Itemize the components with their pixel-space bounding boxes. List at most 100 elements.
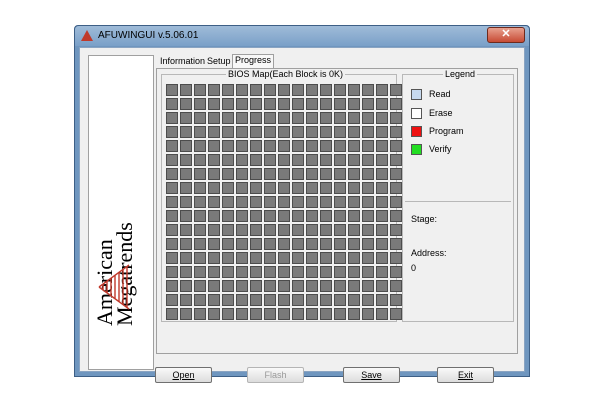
bios-block — [278, 196, 290, 208]
bios-block — [264, 224, 276, 236]
bios-block — [194, 168, 206, 180]
bios-block — [306, 252, 318, 264]
bios-block — [264, 210, 276, 222]
bios-block — [306, 168, 318, 180]
bios-block — [264, 168, 276, 180]
bios-block — [250, 308, 262, 320]
close-button[interactable]: ✕ — [487, 27, 525, 43]
bios-block — [306, 154, 318, 166]
bios-block — [236, 224, 248, 236]
bios-block — [236, 210, 248, 222]
bios-block — [180, 196, 192, 208]
bios-block — [390, 210, 402, 222]
bios-block — [166, 266, 178, 278]
title-bar[interactable]: AFUWINGUI v.5.06.01 ✕ — [75, 26, 529, 46]
bios-block — [390, 126, 402, 138]
bios-block — [278, 294, 290, 306]
bios-block — [390, 84, 402, 96]
bios-block — [264, 140, 276, 152]
exit-button[interactable]: Exit — [437, 367, 494, 383]
tab-progress[interactable]: Progress — [232, 54, 275, 69]
bios-block — [208, 182, 220, 194]
bios-block — [376, 294, 388, 306]
bios-block — [194, 252, 206, 264]
bios-block — [250, 266, 262, 278]
bios-block — [166, 294, 178, 306]
bios-block — [390, 308, 402, 320]
bios-block — [250, 182, 262, 194]
bios-block — [194, 84, 206, 96]
bios-block — [306, 210, 318, 222]
bios-block — [292, 196, 304, 208]
bios-block — [180, 154, 192, 166]
bios-block — [334, 252, 346, 264]
bios-block — [278, 112, 290, 124]
bios-block — [278, 182, 290, 194]
bios-block — [376, 168, 388, 180]
bios-block — [194, 98, 206, 110]
stage-label: Stage: — [411, 214, 438, 224]
bios-block — [208, 294, 220, 306]
bios-block — [222, 154, 234, 166]
bios-block — [180, 224, 192, 236]
bios-block — [334, 112, 346, 124]
bios-block — [250, 196, 262, 208]
bios-block — [194, 196, 206, 208]
bios-block — [390, 168, 402, 180]
bios-block — [180, 140, 192, 152]
ami-app-icon — [81, 30, 93, 41]
bios-block — [194, 182, 206, 194]
bios-block — [236, 294, 248, 306]
bios-block — [362, 140, 374, 152]
bios-block — [292, 154, 304, 166]
address-label: Address: — [411, 248, 447, 258]
save-button[interactable]: Save — [343, 367, 400, 383]
client-area: American Megatrends Information — [79, 47, 525, 383]
bios-block — [278, 308, 290, 320]
bios-block — [376, 210, 388, 222]
bios-block — [166, 154, 178, 166]
bios-block — [278, 84, 290, 96]
bios-block — [236, 252, 248, 264]
bios-block-grid — [166, 84, 402, 320]
bios-block — [278, 168, 290, 180]
bios-block — [166, 182, 178, 194]
bios-block — [306, 224, 318, 236]
bios-block — [320, 210, 332, 222]
bios-block — [376, 308, 388, 320]
bios-block — [348, 294, 360, 306]
bios-block — [334, 168, 346, 180]
bios-block — [166, 140, 178, 152]
bios-block — [292, 168, 304, 180]
bios-block — [348, 140, 360, 152]
bios-block — [306, 182, 318, 194]
bios-block — [278, 154, 290, 166]
bios-block — [222, 294, 234, 306]
bios-block — [236, 126, 248, 138]
bios-block — [362, 126, 374, 138]
bios-block — [292, 140, 304, 152]
bios-block — [292, 294, 304, 306]
tab-setup[interactable]: Setup — [205, 56, 233, 68]
bios-block — [390, 294, 402, 306]
bios-block — [334, 196, 346, 208]
bios-block — [236, 168, 248, 180]
tab-information[interactable]: Information — [158, 56, 207, 68]
bios-block — [362, 154, 374, 166]
bios-block — [376, 112, 388, 124]
open-button[interactable]: Open — [155, 367, 212, 383]
bios-block — [180, 182, 192, 194]
bios-block — [292, 210, 304, 222]
bios-block — [250, 238, 262, 250]
bios-block — [166, 224, 178, 236]
bios-block — [166, 308, 178, 320]
bios-block — [180, 280, 192, 292]
bios-block — [222, 210, 234, 222]
bios-block — [320, 196, 332, 208]
bios-block — [264, 280, 276, 292]
bios-block — [264, 154, 276, 166]
bios-block — [264, 196, 276, 208]
bios-block — [376, 196, 388, 208]
flash-button: Flash — [247, 367, 304, 383]
bios-block — [236, 280, 248, 292]
